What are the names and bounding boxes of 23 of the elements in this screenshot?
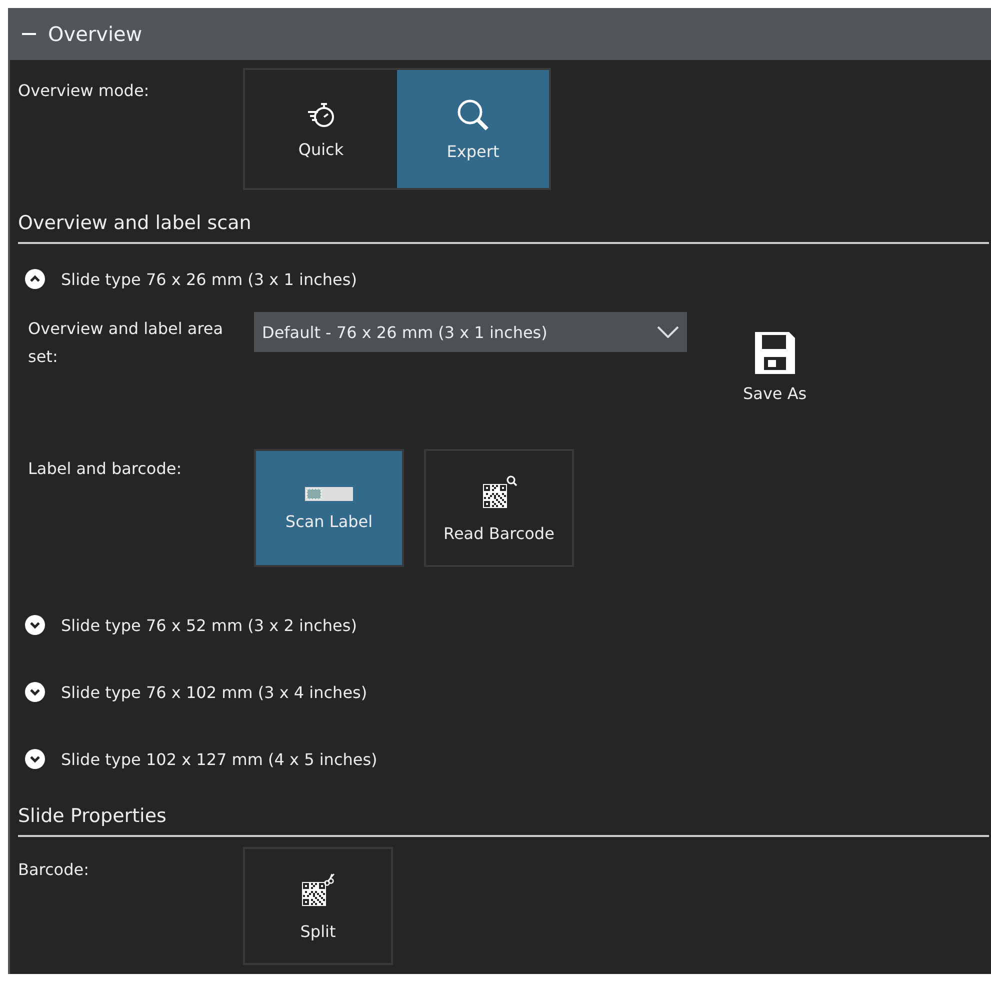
expand-icon[interactable] xyxy=(25,682,45,702)
slide-type-label: Slide type 102 x 127 mm (4 x 5 inches) xyxy=(61,750,378,768)
panel-title: Overview xyxy=(48,22,142,46)
slide-type-label: Slide type 76 x 52 mm (3 x 2 inches) xyxy=(61,616,357,634)
expand-icon[interactable] xyxy=(25,615,45,635)
chevron-down-icon xyxy=(657,326,679,338)
slide-type-label: Slide type 76 x 102 mm (3 x 4 inches) xyxy=(61,682,368,702)
field-label: Overview mode: xyxy=(18,80,150,100)
expand-icon[interactable] xyxy=(25,749,45,769)
panel-header[interactable]: Overview xyxy=(10,8,991,60)
slide-type-label: Slide type 76 x 26 mm (3 x 1 inches) xyxy=(61,270,357,288)
area-set-dropdown[interactable]: Default - 76 x 26 mm (3 x 1 inches) xyxy=(254,312,687,352)
section-title: Overview and label scan xyxy=(18,212,252,236)
search-icon xyxy=(456,98,490,132)
field-label: Overview and label area set: xyxy=(28,318,224,368)
split-button[interactable]: Split xyxy=(243,847,393,965)
save-as-button[interactable]: Save As xyxy=(743,330,807,403)
collapse-icon[interactable] xyxy=(25,269,45,289)
section-title: Slide Properties xyxy=(18,805,168,829)
field-label: Barcode: xyxy=(18,859,90,879)
slide-label-icon xyxy=(305,486,353,502)
field-label: Label and barcode: xyxy=(28,458,183,480)
expert-button[interactable]: Expert xyxy=(397,70,549,188)
